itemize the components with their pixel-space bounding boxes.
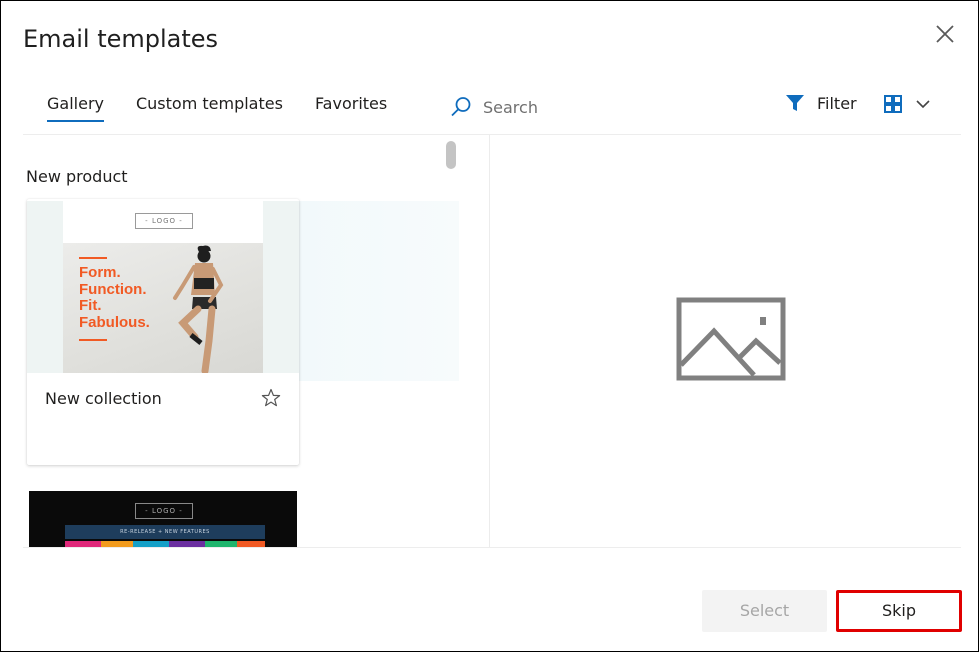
- template-card-2[interactable]: - LOGO - RE-RELEASE + NEW FEATURES: [29, 491, 297, 547]
- pane-divider: [489, 135, 490, 547]
- skip-button[interactable]: Skip: [836, 590, 962, 632]
- thumbnail-logo: - LOGO -: [135, 213, 193, 229]
- filter-icon: [786, 95, 804, 111]
- select-button[interactable]: Select: [702, 590, 827, 632]
- close-button[interactable]: [933, 22, 957, 46]
- dialog-title: Email templates: [23, 25, 219, 53]
- thumbnail-headline: Form. Function. Fit. Fabulous.: [79, 264, 150, 331]
- email-templates-dialog: Email templates Gallery Custom templates…: [0, 0, 979, 652]
- view-toggle-button[interactable]: [883, 94, 937, 114]
- thumbnail-logo: - LOGO -: [135, 503, 193, 519]
- gallery-scrollbar-thumb[interactable]: [446, 141, 456, 169]
- tab-custom-templates[interactable]: Custom templates: [120, 89, 299, 130]
- tab-favorites[interactable]: Favorites: [299, 89, 403, 130]
- card-hover-highlight: [299, 201, 459, 381]
- filter-button[interactable]: Filter: [785, 93, 857, 113]
- star-icon: [261, 388, 281, 407]
- section-title: New product: [26, 167, 128, 186]
- image-placeholder-icon: [676, 297, 786, 381]
- template-thumbnail: - LOGO - Form. Function. Fit. Fabulous.: [27, 201, 299, 373]
- headline-rule-top: [79, 257, 107, 259]
- search-icon: [451, 97, 471, 117]
- template-name: New collection: [45, 389, 162, 408]
- close-icon: [936, 25, 954, 43]
- grid-view-icon: [884, 95, 902, 113]
- tab-list: Gallery Custom templates Favorites: [23, 89, 403, 135]
- search-box[interactable]: [449, 92, 605, 122]
- template-gallery-pane: New product - LOGO - Form. Function. Fit…: [23, 135, 459, 547]
- template-card[interactable]: - LOGO - Form. Function. Fit. Fabulous. …: [27, 199, 299, 465]
- preview-pane: [676, 297, 786, 381]
- thumbnail-band: RE-RELEASE + NEW FEATURES: [65, 525, 265, 539]
- chevron-down-icon: [916, 100, 930, 109]
- footer-divider: [23, 547, 961, 548]
- search-input[interactable]: [481, 96, 605, 118]
- favorite-star-button[interactable]: [261, 388, 281, 408]
- filter-label: Filter: [817, 93, 857, 113]
- headline-rule-bottom: [79, 339, 107, 341]
- tab-gallery[interactable]: Gallery: [23, 89, 120, 130]
